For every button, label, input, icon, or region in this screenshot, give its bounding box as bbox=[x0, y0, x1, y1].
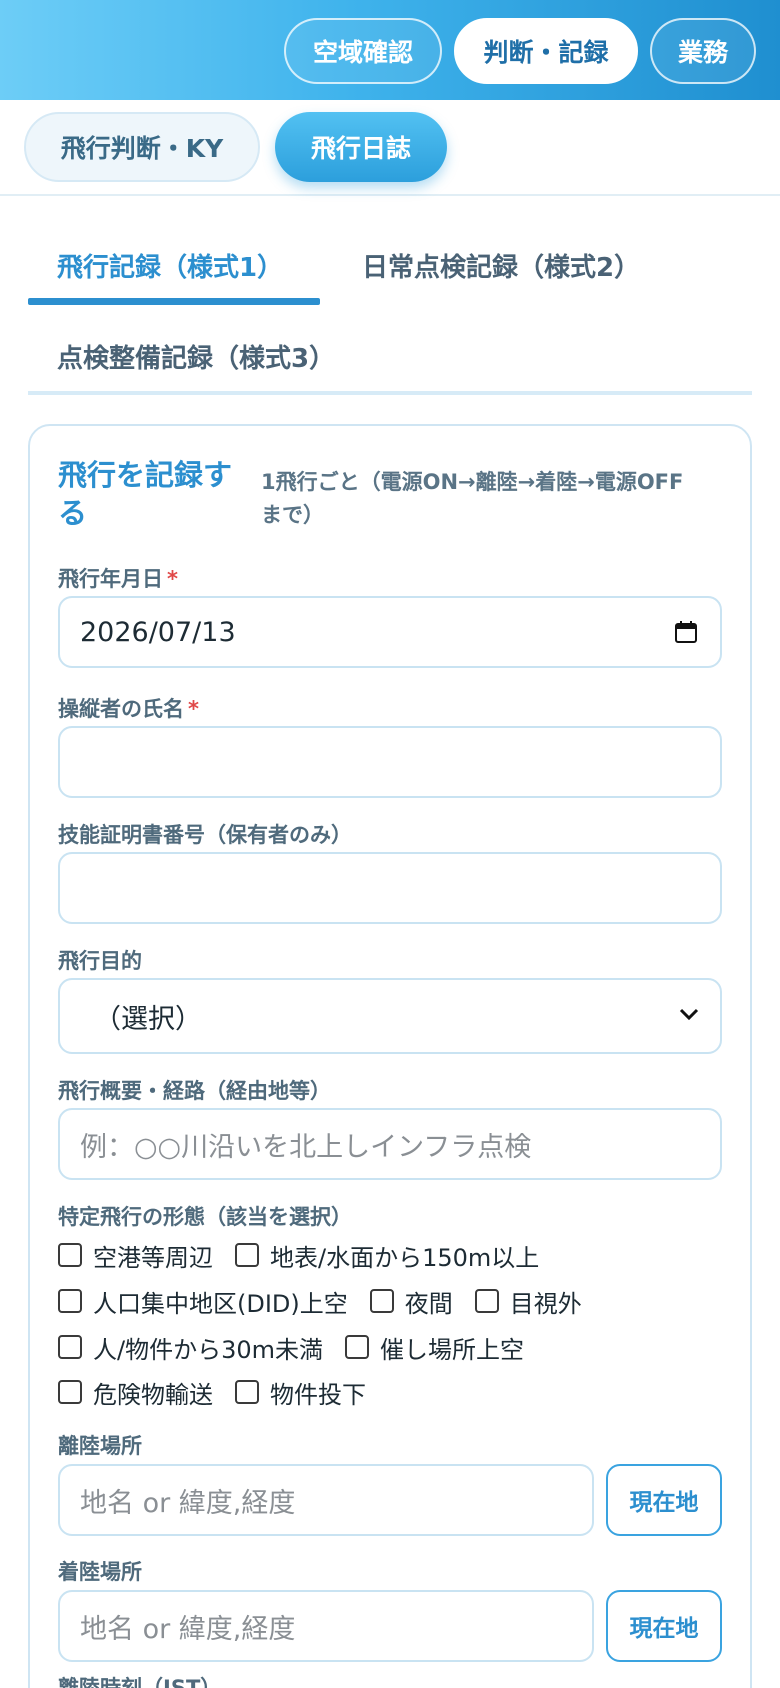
license-number-label: 技能証明書番号（保有者のみ） bbox=[58, 823, 352, 847]
card-title: 飛行を記録する bbox=[58, 458, 233, 530]
specific-flight-row-1: 空港等周辺 地表/水面から150m以上 bbox=[58, 1238, 561, 1272]
checkbox-box[interactable] bbox=[58, 1243, 82, 1267]
flight-date-label: 飛行年月日 * bbox=[58, 567, 178, 591]
checkbox-box[interactable] bbox=[58, 1380, 82, 1404]
checkbox-box[interactable] bbox=[235, 1243, 259, 1267]
flight-date-value: 2026/07/13 bbox=[80, 616, 236, 648]
nav-business-button[interactable]: 業務 bbox=[650, 18, 756, 84]
checkbox-box[interactable] bbox=[369, 1289, 394, 1313]
chevron-down-icon bbox=[679, 1008, 699, 1021]
checkbox-box[interactable] bbox=[345, 1335, 370, 1359]
nav-airspace-button[interactable]: 空域確認 bbox=[284, 18, 442, 84]
license-number-input[interactable] bbox=[58, 852, 722, 924]
card-subtitle: 1飛行ごと（電源ON→離陸→着陸→電源OFFまで） bbox=[261, 470, 684, 527]
checkbox-drop[interactable]: 物件投下 bbox=[235, 1375, 366, 1410]
flight-date-input[interactable]: 2026/07/13 bbox=[58, 596, 722, 668]
takeoff-current-location-button[interactable]: 現在地 bbox=[606, 1464, 722, 1536]
flight-purpose-select[interactable]: （選択） bbox=[58, 978, 722, 1054]
calendar-icon[interactable] bbox=[674, 620, 698, 644]
active-tab-indicator bbox=[28, 298, 320, 305]
checkbox-hazardous[interactable]: 危険物輸送 bbox=[58, 1375, 213, 1410]
checkbox-150m[interactable]: 地表/水面から150m以上 bbox=[235, 1238, 539, 1273]
specific-flight-label: 特定飛行の形態（該当を選択） bbox=[58, 1205, 352, 1229]
pilot-name-label: 操縦者の氏名 * bbox=[58, 697, 199, 721]
checkbox-did[interactable]: 人口集中地区(DID)上空 bbox=[58, 1284, 348, 1319]
checkbox-bvlos[interactable]: 目視外 bbox=[474, 1284, 582, 1319]
specific-flight-row-3: 人/物件から30m未満 催し場所上空 bbox=[58, 1330, 546, 1364]
checkbox-box[interactable] bbox=[474, 1289, 499, 1313]
checkbox-box[interactable] bbox=[58, 1335, 82, 1359]
sub-navigation: 飛行判断・KY 飛行日誌 bbox=[0, 100, 780, 196]
landing-location-label: 着陸場所 bbox=[58, 1560, 142, 1584]
tab-divider bbox=[28, 391, 752, 395]
landing-location-input[interactable]: 地名 or 緯度,経度 bbox=[58, 1590, 594, 1662]
tab-flight-record[interactable]: 飛行記録（様式1） bbox=[57, 247, 283, 284]
takeoff-time-label: 離陸時刻（JST） bbox=[58, 1676, 222, 1688]
route-label: 飛行概要・経路（経由地等） bbox=[58, 1079, 331, 1103]
tab-maintenance-record[interactable]: 点検整備記録（様式3） bbox=[57, 338, 335, 375]
specific-flight-row-2: 人口集中地区(DID)上空 夜間 目視外 bbox=[58, 1284, 604, 1318]
tab-flight-judgement-ky[interactable]: 飛行判断・KY bbox=[24, 112, 260, 182]
takeoff-location-label: 離陸場所 bbox=[58, 1434, 142, 1458]
checkbox-box[interactable] bbox=[58, 1289, 82, 1313]
tab-flight-log[interactable]: 飛行日誌 bbox=[275, 112, 447, 182]
purpose-selected-value: （選択） bbox=[94, 1003, 202, 1035]
checkbox-30m[interactable]: 人/物件から30m未満 bbox=[58, 1330, 323, 1365]
pilot-name-input[interactable] bbox=[58, 726, 722, 798]
takeoff-location-input[interactable]: 地名 or 緯度,経度 bbox=[58, 1464, 594, 1536]
required-mark: * bbox=[167, 567, 178, 591]
flight-purpose-label: 飛行目的 bbox=[58, 949, 142, 973]
checkbox-night[interactable]: 夜間 bbox=[369, 1284, 453, 1319]
nav-judgement-record-button[interactable]: 判断・記録 bbox=[454, 18, 638, 84]
top-header: 空域確認 判断・記録 業務 bbox=[0, 0, 780, 100]
required-mark: * bbox=[188, 697, 199, 721]
checkbox-airport[interactable]: 空港等周辺 bbox=[58, 1238, 213, 1273]
landing-current-location-button[interactable]: 現在地 bbox=[606, 1590, 722, 1662]
tab-daily-inspection[interactable]: 日常点検記録（様式2） bbox=[362, 247, 640, 284]
checkbox-event[interactable]: 催し場所上空 bbox=[345, 1330, 524, 1365]
checkbox-box[interactable] bbox=[235, 1380, 259, 1404]
route-input[interactable]: 例：○○川沿いを北上しインフラ点検 bbox=[58, 1108, 722, 1180]
specific-flight-row-4: 危険物輸送 物件投下 bbox=[58, 1375, 388, 1409]
